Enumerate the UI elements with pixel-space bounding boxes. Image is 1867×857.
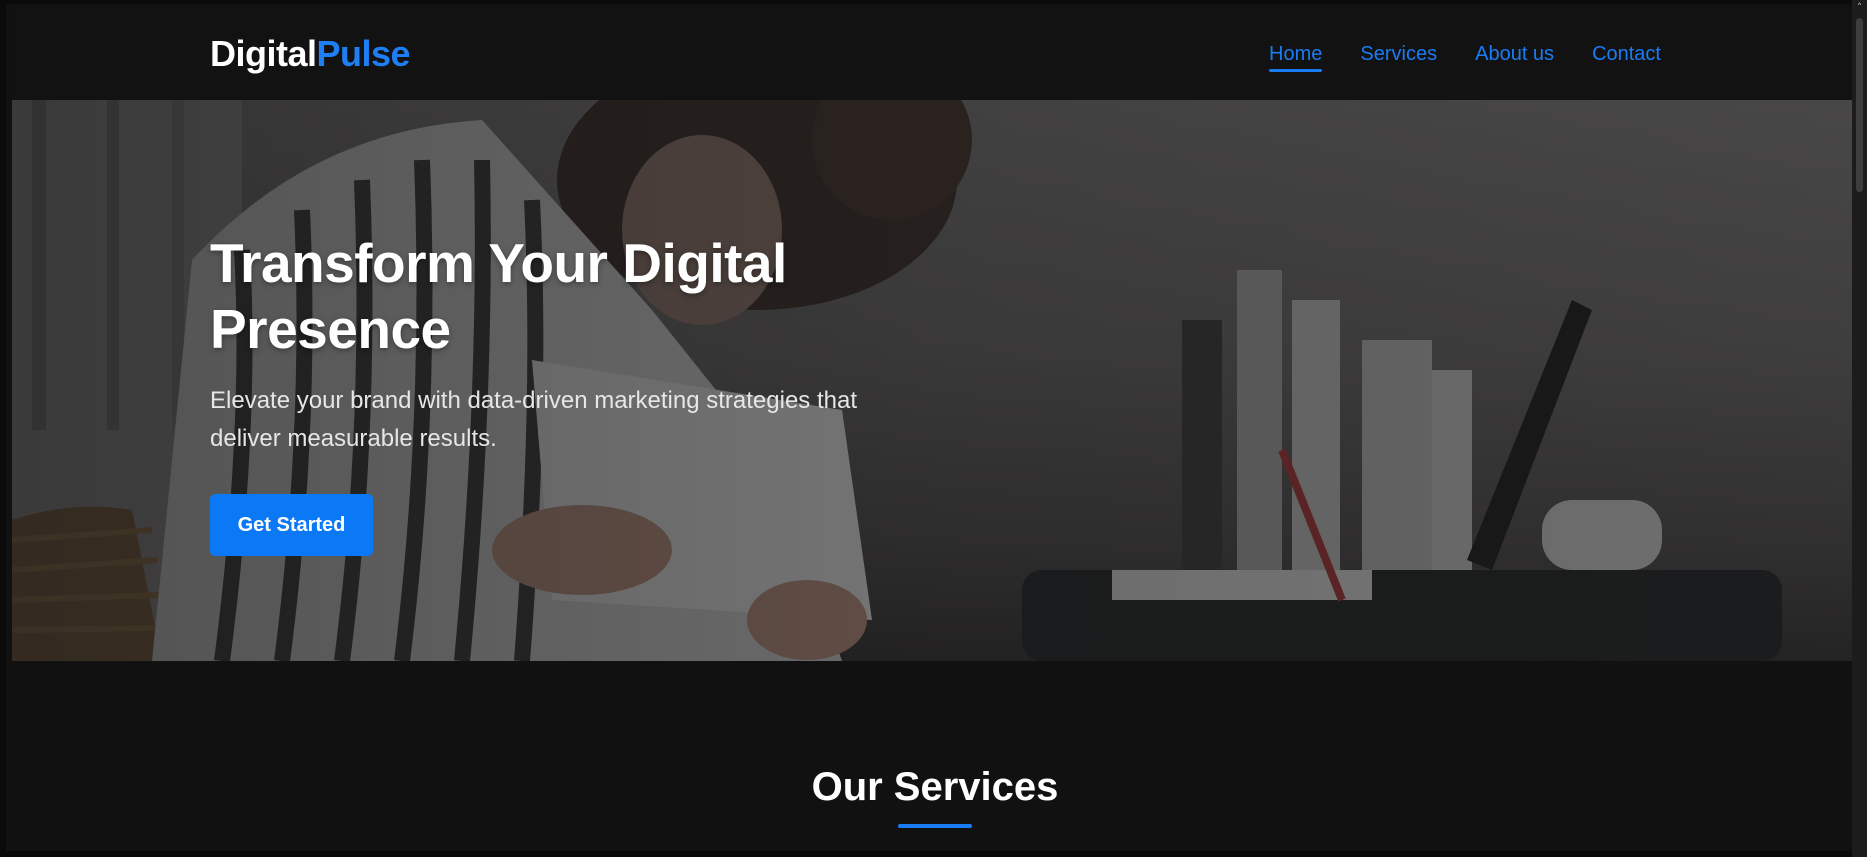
browser-viewport: DigitalPulse Home Services About us Cont… <box>0 0 1867 857</box>
hero-content: Transform Your Digital Presence Elevate … <box>210 230 930 556</box>
chevron-up-icon[interactable]: ˄ <box>1852 0 1867 16</box>
scrollbar-thumb[interactable] <box>1856 18 1863 192</box>
hero-title-line1: Transform Your Digital <box>210 232 787 294</box>
logo[interactable]: DigitalPulse <box>210 33 411 74</box>
main-nav: Home Services About us Contact <box>1269 44 1661 72</box>
logo-text-accent: Pulse <box>316 33 411 74</box>
nav-link-home[interactable]: Home <box>1269 44 1323 72</box>
vertical-scrollbar[interactable]: ˄ <box>1852 0 1867 857</box>
services-heading-underline <box>898 824 972 828</box>
nav-link-services[interactable]: Services <box>1360 44 1437 72</box>
navbar: DigitalPulse Home Services About us Cont… <box>12 8 1858 100</box>
hero-title-line2: Presence <box>210 298 451 360</box>
hero-section: Transform Your Digital Presence Elevate … <box>12 100 1858 661</box>
nav-link-contact[interactable]: Contact <box>1592 44 1661 72</box>
hero-title: Transform Your Digital Presence <box>210 230 930 362</box>
nav-link-about-us[interactable]: About us <box>1475 44 1554 72</box>
logo-text-primary: Digital <box>210 33 317 74</box>
hero-subtitle: Elevate your brand with data-driven mark… <box>210 387 858 452</box>
services-heading: Our Services <box>811 765 1059 809</box>
get-started-button[interactable]: Get Started <box>210 494 373 556</box>
